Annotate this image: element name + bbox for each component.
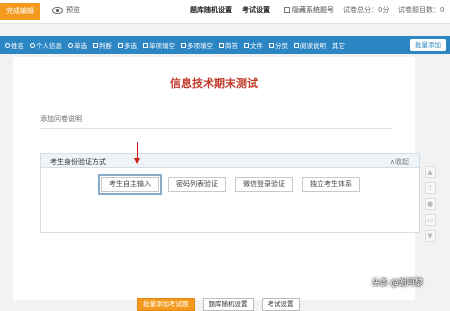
tool-label: 多选 xyxy=(124,42,137,50)
total-score: 试卷总分：0分 xyxy=(343,6,390,14)
tool-single-choice[interactable]: 单选 xyxy=(65,36,90,54)
option-independent-system[interactable]: 独立考生体系 xyxy=(302,177,360,192)
judge-icon xyxy=(93,42,98,48)
checkbox-icon[interactable] xyxy=(284,7,290,13)
tool-label: 分页 xyxy=(275,42,288,50)
tool-single-blank[interactable]: 单项填空 xyxy=(140,36,178,54)
finish-edit-button[interactable]: 完成编辑 xyxy=(0,3,40,20)
top-bar: 完成编辑 预览 题库随机设置 考试设置 隐藏系统题号 试卷总分：0分 试卷题目数… xyxy=(0,0,450,24)
service-icon[interactable]: ● xyxy=(424,198,436,210)
top-nav: 题库随机设置 考试设置 xyxy=(190,5,270,15)
tool-label: 文件 xyxy=(250,42,263,50)
blank-icon xyxy=(143,42,148,48)
tool-judge[interactable]: 判断 xyxy=(90,36,115,54)
identity-verification-panel: 考生身份验证方式 ∧收起 考生自主输入 密码列表验证 微信登录验证 独立考生体系 xyxy=(40,153,420,233)
option-self-input[interactable]: 考生自主输入 xyxy=(98,174,162,195)
tool-label: 单项填空 xyxy=(149,42,175,50)
collapse-button[interactable]: ∧收起 xyxy=(390,157,409,167)
text-icon xyxy=(219,42,224,48)
page-title[interactable]: 信息技术期末测试 xyxy=(13,75,415,91)
checkbox-icon xyxy=(118,42,123,48)
tool-label: 阅读说明 xyxy=(300,42,326,50)
batch-add-button[interactable]: 批量添加 xyxy=(410,39,446,51)
red-arrow-icon xyxy=(134,158,140,164)
tool-personal-info[interactable]: 个人信息 xyxy=(27,36,65,54)
panel-title: 考生身份验证方式 xyxy=(50,158,106,166)
side-float-toolbar: ▲ ? ● ▭ ▼ xyxy=(423,166,437,246)
text-icon xyxy=(294,42,299,48)
hide-code-toggle[interactable]: 隐藏系统题号 xyxy=(284,5,334,15)
tool-name[interactable]: 姓名 xyxy=(2,36,27,54)
tool-other[interactable]: 其它 xyxy=(329,36,348,54)
question-type-toolbar: 姓名 个人信息 单选 判断 多选 单项填空 多项填空 简答 文件 分页 阅读说明… xyxy=(0,36,450,54)
person-icon xyxy=(30,42,35,48)
tool-label: 姓名 xyxy=(11,42,24,50)
random-bank-settings-link[interactable]: 题库随机设置 xyxy=(190,5,232,15)
tool-short-answer[interactable]: 简答 xyxy=(216,36,241,54)
preview-label: 预览 xyxy=(66,6,80,14)
preview-link[interactable]: 预览 xyxy=(52,5,80,15)
option-wechat-login[interactable]: 微信登录验证 xyxy=(235,177,293,192)
tool-reading-note[interactable]: 阅读说明 xyxy=(291,36,329,54)
option-password-list[interactable]: 密码列表验证 xyxy=(168,177,226,192)
scroll-up-icon[interactable]: ▲ xyxy=(424,166,436,178)
survey-document: 信息技术期末测试 添加问卷说明 考生身份验证方式 ∧收起 考生自主输入 密码列表… xyxy=(13,57,420,311)
message-icon[interactable]: ▭ xyxy=(424,214,436,226)
tool-label: 判断 xyxy=(99,42,112,50)
divider xyxy=(40,128,393,129)
blank-icon xyxy=(181,42,186,48)
tool-label: 其它 xyxy=(332,42,345,50)
watermark: 头条 @谢阿黎 xyxy=(372,278,423,287)
tool-multi-choice[interactable]: 多选 xyxy=(115,36,140,54)
eye-icon xyxy=(52,6,63,14)
tool-multi-blank[interactable]: 多项填空 xyxy=(178,36,216,54)
question-count: 试卷题目数：0 xyxy=(398,6,445,14)
tool-label: 个人信息 xyxy=(36,42,62,50)
tool-file[interactable]: 文件 xyxy=(241,36,266,54)
tool-label: 多项填空 xyxy=(187,42,213,50)
panel-header: 考生身份验证方式 ∧收起 xyxy=(41,154,419,168)
exam-settings-link[interactable]: 考试设置 xyxy=(242,5,270,15)
help-icon[interactable]: ? xyxy=(424,182,436,194)
page-icon xyxy=(269,42,274,48)
tool-label: 单选 xyxy=(74,42,87,50)
verification-options: 考生自主输入 密码列表验证 微信登录验证 独立考生体系 xyxy=(98,174,360,195)
tool-page-break[interactable]: 分页 xyxy=(266,36,291,54)
scroll-down-icon[interactable]: ▼ xyxy=(424,230,436,242)
description-input[interactable]: 添加问卷说明 xyxy=(40,114,82,124)
hide-code-label: 隐藏系统题号 xyxy=(292,6,334,14)
person-icon xyxy=(5,42,10,48)
file-icon xyxy=(244,42,249,48)
radio-icon xyxy=(68,42,73,48)
tool-label: 简答 xyxy=(225,42,238,50)
